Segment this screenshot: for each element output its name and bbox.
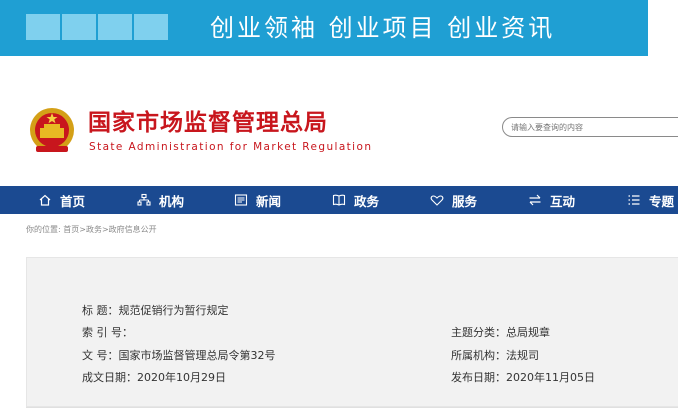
org-chart-icon bbox=[137, 193, 151, 206]
search-input[interactable] bbox=[502, 117, 678, 137]
info-title-value: 规范促销行为暂行规定 bbox=[118, 304, 229, 317]
info-doc-row: 文 号：国家市场监督管理总局令第32号 bbox=[82, 347, 276, 363]
nav-item-label: 机构 bbox=[159, 193, 185, 209]
info-publish-value: 2020年11月05日 bbox=[506, 371, 595, 384]
document-info-panel: 标 题：规范促销行为暂行规定 索 引 号： 文 号：国家市场监督管理总局令第32… bbox=[26, 257, 678, 407]
nav-item-label: 政务 bbox=[354, 193, 380, 209]
heart-icon bbox=[430, 195, 444, 206]
book-icon bbox=[332, 194, 346, 206]
list-icon bbox=[628, 195, 640, 205]
info-label: 主题分类： bbox=[451, 326, 506, 339]
breadcrumb[interactable]: 你的位置: 首页>政务>政府信息公开 bbox=[26, 224, 157, 235]
info-category-value: 总局规章 bbox=[506, 326, 550, 339]
info-category-row: 主题分类：总局规章 bbox=[451, 324, 550, 340]
nav-item-org[interactable]: 机构 bbox=[137, 186, 184, 214]
banner-text: 创业领袖 创业项目 创业资讯 bbox=[210, 14, 556, 42]
nav-item-affairs[interactable]: 政务 bbox=[332, 186, 379, 214]
info-index-row: 索 引 号： bbox=[82, 324, 133, 340]
info-label: 文 号： bbox=[82, 349, 119, 362]
info-label: 标 题： bbox=[82, 304, 119, 317]
nav-item-interact[interactable]: 互动 bbox=[528, 186, 575, 214]
info-label: 发布日期： bbox=[451, 371, 506, 384]
info-org-value: 法规司 bbox=[506, 349, 539, 362]
info-label: 索 引 号： bbox=[82, 326, 133, 339]
news-icon bbox=[234, 194, 248, 206]
home-icon bbox=[39, 194, 51, 206]
nav-item-label: 新闻 bbox=[256, 193, 282, 209]
nav-item-home[interactable]: 首页 bbox=[38, 186, 85, 214]
nav-item-news[interactable]: 新闻 bbox=[234, 186, 281, 214]
info-doc-value: 国家市场监督管理总局令第32号 bbox=[118, 349, 276, 362]
nav-item-topics[interactable]: 专题 bbox=[627, 186, 674, 214]
promo-banner[interactable]: 创业领袖 创业项目 创业资讯 bbox=[0, 0, 648, 56]
nav-item-label: 服务 bbox=[452, 193, 478, 209]
exchange-icon bbox=[529, 194, 541, 206]
info-org-row: 所属机构：法规司 bbox=[451, 347, 539, 363]
info-label: 成文日期： bbox=[82, 371, 137, 384]
info-label: 所属机构： bbox=[451, 349, 506, 362]
info-title-row: 标 题：规范促销行为暂行规定 bbox=[82, 302, 229, 318]
site-header: 国家市场监督管理总局 State Administration for Mark… bbox=[0, 94, 678, 174]
info-date-row: 成文日期：2020年10月29日 bbox=[82, 369, 226, 385]
site-name-en: State Administration for Market Regulati… bbox=[89, 141, 373, 153]
nav-item-label: 互动 bbox=[550, 193, 576, 209]
nav-item-label: 专题 bbox=[649, 193, 675, 209]
banner-placeholder-blocks bbox=[26, 14, 168, 40]
national-emblem-icon[interactable] bbox=[26, 106, 78, 156]
site-name[interactable]: 国家市场监督管理总局 bbox=[88, 108, 328, 138]
nav-item-service[interactable]: 服务 bbox=[430, 186, 477, 214]
divider bbox=[26, 407, 678, 408]
main-nav: 首页 机构 新闻 政务 服务 互动 专题 bbox=[0, 186, 678, 214]
info-date-value: 2020年10月29日 bbox=[137, 371, 226, 384]
nav-item-label: 首页 bbox=[60, 193, 86, 209]
info-publish-row: 发布日期：2020年11月05日 bbox=[451, 369, 595, 385]
